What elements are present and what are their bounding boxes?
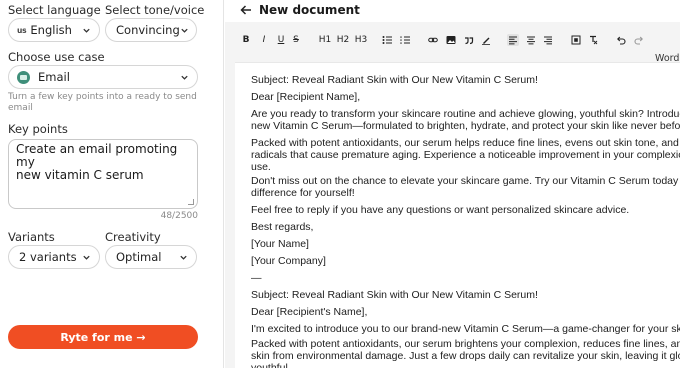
document-line: Don't miss out on the chance to elevate …: [251, 175, 680, 187]
image-icon[interactable]: [446, 34, 456, 46]
align-left-icon[interactable]: [507, 34, 519, 46]
document-line: skin from environmental damage. Just a f…: [251, 350, 680, 362]
chevron-down-icon: [179, 72, 189, 82]
creativity-label: Creativity: [105, 230, 161, 244]
chevron-down-icon: [180, 25, 189, 35]
document-line: Are you ready to transform your skincare…: [251, 108, 680, 120]
usecase-label: Choose use case: [8, 50, 105, 64]
bullet-list-icon[interactable]: [382, 34, 392, 46]
document-line: Best regards,: [251, 221, 314, 233]
document-title: New document: [259, 3, 360, 17]
document-line: Subject: Reveal Radiant Skin with Our Ne…: [251, 74, 538, 86]
keypoints-text-line: Create an email promoting my: [16, 142, 178, 169]
document-line: new Vitamin C Serum—formulated to bright…: [251, 120, 680, 132]
italic-icon[interactable]: I: [261, 34, 267, 46]
resize-handle-icon[interactable]: [188, 199, 194, 205]
usecase-hint: Turn a few key points into a ready to se…: [8, 92, 198, 114]
document-line: Feel free to reply if you have any quest…: [251, 204, 630, 216]
clear-format-icon[interactable]: [588, 34, 598, 46]
numbered-list-icon[interactable]: [400, 34, 410, 46]
document-line: radicals that cause premature aging. Exp…: [251, 149, 680, 161]
ryte-for-me-button[interactable]: Ryte for me →: [8, 325, 198, 349]
creativity-select[interactable]: Optimal: [105, 245, 197, 269]
heading-2-button[interactable]: H2: [336, 34, 350, 46]
usecase-hint-line: Turn a few key points into a ready to se…: [8, 92, 197, 102]
document-line: use.: [251, 161, 271, 173]
chevron-down-icon: [81, 25, 91, 35]
document-line: Packed with potent antioxidants, our ser…: [251, 338, 680, 350]
settings-panel: Select language Select tone/voice us Eng…: [0, 0, 224, 368]
document-line: [Your Name]: [251, 238, 309, 250]
document-line: Dear [Recipient Name],: [251, 91, 361, 103]
align-center-icon[interactable]: [526, 34, 536, 46]
variants-label: Variants: [8, 230, 55, 244]
chevron-down-icon: [178, 252, 188, 262]
quote-icon[interactable]: [464, 34, 474, 46]
document-line: —: [251, 272, 262, 284]
document-line: youthful: [251, 362, 288, 368]
us-flag-icon: us: [17, 25, 27, 35]
document-line: I'm excited to introduce you to our bran…: [251, 323, 680, 335]
chevron-down-icon: [81, 252, 91, 262]
variants-select[interactable]: 2 variants: [8, 245, 100, 269]
language-value: English: [30, 23, 72, 37]
editor-header: New document: [225, 0, 680, 22]
bold-icon[interactable]: B: [242, 34, 250, 46]
fullscreen-icon[interactable]: [571, 34, 581, 46]
redo-icon[interactable]: [634, 34, 644, 46]
tone-value: Convincing: [116, 23, 180, 37]
editor-panel: New document B I U S H1 H2 H3 Word 224 S…: [225, 0, 680, 368]
usecase-hint-line: email: [8, 103, 33, 113]
format-toolbar: B I U S H1 H2 H3 Word 224: [225, 26, 680, 75]
keypoints-textarea[interactable]: Create an email promoting my new vitamin…: [8, 139, 198, 209]
usecase-value: Email: [38, 70, 70, 84]
document-line: Dear [Recipient's Name],: [251, 306, 368, 318]
heading-1-button[interactable]: H1: [319, 34, 332, 46]
keypoints-label: Key points: [8, 122, 68, 136]
keypoints-text-line: new vitamin C serum: [16, 168, 144, 182]
email-icon: [17, 70, 30, 84]
strikethrough-icon[interactable]: S: [292, 34, 300, 46]
link-icon[interactable]: [428, 34, 438, 46]
language-select[interactable]: us English: [8, 18, 100, 42]
creativity-value: Optimal: [116, 250, 162, 264]
undo-icon[interactable]: [616, 34, 626, 46]
document-page[interactable]: Subject: Reveal Radiant Skin with Our Ne…: [235, 62, 680, 368]
document-line: Subject: Reveal Radiant Skin with Our Ne…: [251, 289, 538, 301]
char-counter: 48/2500: [160, 211, 198, 221]
align-right-icon[interactable]: [543, 34, 553, 46]
back-arrow-icon[interactable]: [239, 3, 253, 17]
document-line: Packed with potent antioxidants, our ser…: [251, 137, 680, 149]
highlight-icon[interactable]: [481, 34, 491, 46]
document-line: [Your Company]: [251, 255, 326, 267]
tone-select[interactable]: Convincing: [105, 18, 197, 42]
language-label: Select language: [8, 3, 101, 17]
variants-value: 2 variants: [19, 250, 77, 264]
heading-3-button[interactable]: H3: [354, 34, 368, 46]
document-line: difference for yourself!: [251, 187, 355, 199]
tone-label: Select tone/voice: [105, 3, 205, 17]
usecase-select[interactable]: Email: [8, 65, 198, 89]
underline-icon[interactable]: U: [277, 34, 285, 46]
